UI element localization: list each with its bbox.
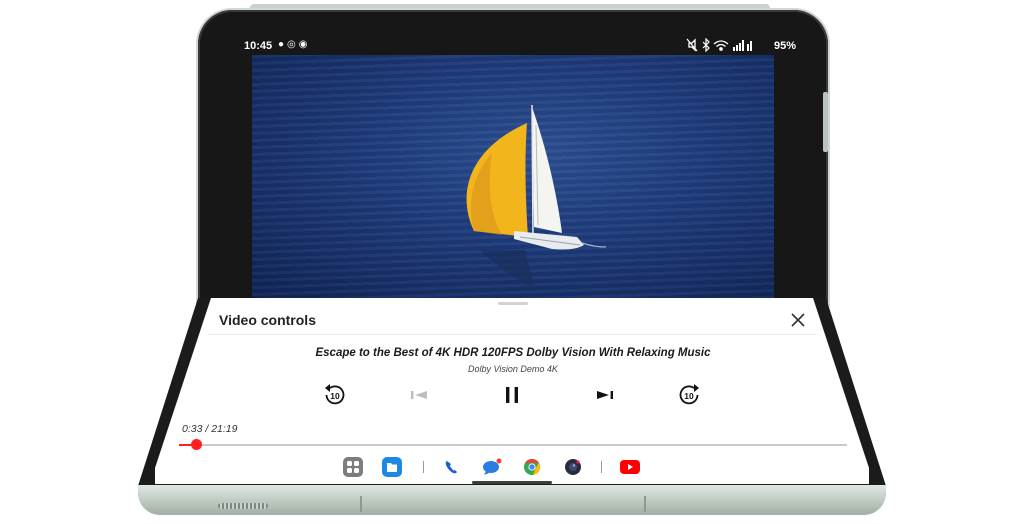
speaker-grille — [218, 503, 268, 509]
drag-handle[interactable] — [498, 302, 528, 305]
pause-button[interactable] — [499, 383, 525, 407]
account-icon: ◉ — [298, 39, 311, 50]
bluetooth-icon — [702, 37, 710, 53]
taskbar-separator — [601, 461, 602, 473]
messages-icon[interactable] — [482, 457, 502, 477]
pause-icon — [506, 387, 518, 403]
power-button — [823, 92, 828, 152]
time-readout: 0:33 / 21:19 — [182, 423, 238, 435]
signal-icon — [733, 40, 752, 51]
divider — [208, 334, 818, 335]
channel-name: Dolby Vision Demo 4K — [468, 364, 558, 374]
progress-track[interactable] — [179, 444, 847, 446]
progress-scrubber[interactable] — [191, 439, 202, 450]
rewind-seconds-label: 10 — [330, 391, 340, 401]
next-button[interactable] — [592, 383, 618, 407]
frame-seam — [644, 496, 646, 512]
sync-icon: ◎ — [287, 39, 299, 50]
phone-frame-bottom — [138, 485, 886, 515]
mute-icon — [686, 38, 698, 52]
app-drawer-icon[interactable] — [343, 457, 363, 477]
skip-next-icon — [597, 391, 613, 399]
previous-button[interactable] — [406, 383, 432, 407]
youtube-icon[interactable] — [620, 457, 640, 477]
chrome-icon[interactable] — [522, 457, 542, 477]
forward-10-button[interactable]: 10 — [676, 383, 702, 407]
rewind-10-button[interactable]: 10 — [322, 383, 348, 407]
panel-title: Video controls — [219, 312, 316, 328]
phone-icon[interactable] — [441, 457, 461, 477]
wifi-icon — [713, 40, 729, 51]
camera-icon[interactable] — [563, 457, 583, 477]
skip-previous-icon — [411, 391, 427, 399]
close-icon[interactable] — [789, 311, 807, 329]
frame-seam — [360, 496, 362, 512]
taskbar-separator — [423, 461, 424, 473]
my-files-icon[interactable] — [382, 457, 402, 477]
forward-icon: 10 — [679, 384, 699, 405]
navigation-handle[interactable] — [472, 481, 552, 484]
system-icons — [686, 37, 764, 55]
forward-seconds-label: 10 — [684, 391, 694, 401]
video-player[interactable] — [252, 55, 774, 299]
notification-icons: ●◎◉ — [278, 39, 311, 50]
status-bar: 10:45 ●◎◉ 95% — [228, 36, 802, 56]
sailboat-image — [466, 104, 607, 290]
video-title: Escape to the Best of 4K HDR 120FPS Dolb… — [315, 347, 711, 359]
messenger-icon: ● — [278, 39, 288, 50]
battery-level: 95% — [773, 40, 796, 52]
status-time: 10:45 — [244, 40, 273, 52]
rewind-icon: 10 — [325, 384, 345, 405]
